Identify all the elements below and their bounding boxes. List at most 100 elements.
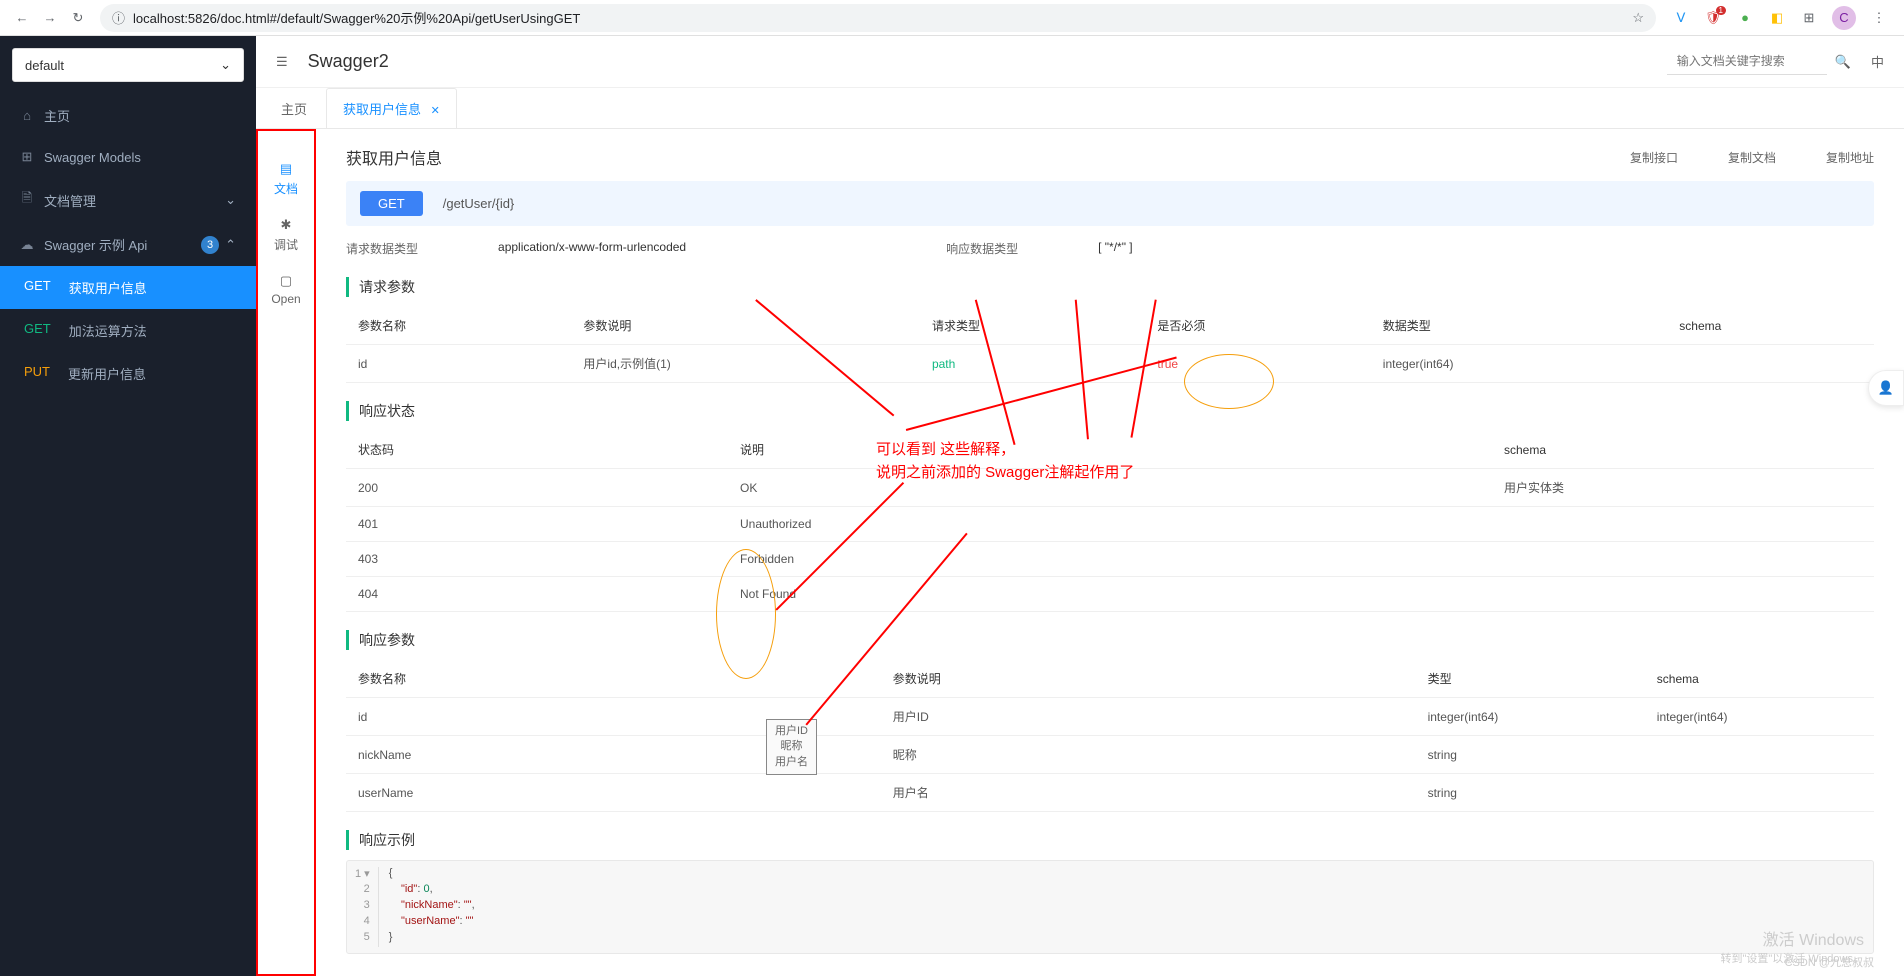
section-res-example: 响应示例 [346,830,1874,850]
action-debug[interactable]: ✱ 调试 [258,207,314,263]
action-label: 文档 [274,180,298,197]
language-icon[interactable]: 中 [1871,52,1884,71]
res-type-value: [ "*/*" ] [1098,240,1133,257]
res-params-table: 参数名称 参数说明 类型 schema id用户IDinteger(int64)… [346,660,1874,812]
reload-button[interactable]: ↻ [64,4,92,32]
open-icon: ▢ [280,273,292,289]
profile-avatar[interactable]: C [1832,6,1856,30]
method-label: GET [24,321,51,340]
url-bar[interactable]: ⓘ localhost:5826/doc.html#/default/Swagg… [100,4,1656,32]
table-row: nickName昵称string [346,736,1874,774]
section-res-params: 响应参数 [346,630,1874,650]
csdn-watermark: CSDN @九息叔叔 [1785,954,1874,970]
extensions-icon[interactable]: ⊞ [1800,9,1818,27]
ext-icon-4[interactable]: ◧ [1768,9,1786,27]
browser-toolbar: ← → ↻ ⓘ localhost:5826/doc.html#/default… [0,0,1904,36]
app-title: Swagger2 [308,51,1667,72]
section-req-params: 请求参数 [346,277,1874,297]
tab-bar: 主页 获取用户信息 ✕ [256,88,1904,129]
table-row: id用户IDinteger(int64)integer(int64) [346,698,1874,736]
count-badge: 3 [201,236,219,254]
req-params-table: 参数名称 参数说明 请求类型 是否必须 数据类型 schema id 用户id,… [346,307,1874,383]
section-res-status: 响应状态 [346,401,1874,421]
action-open[interactable]: ▢ Open [258,263,314,316]
back-button[interactable]: ← [8,4,36,32]
endpoint-path: /getUser/{id} [443,196,515,211]
copy-url-button[interactable]: 复制地址 [1826,149,1874,166]
api-label: 加法运算方法 [69,321,147,340]
nav-label: 主页 [44,106,70,125]
nav-doc-mgmt[interactable]: 🗎 文档管理 ⌄ [0,177,256,223]
tab-getuser[interactable]: 获取用户信息 ✕ [326,88,457,128]
doc-actions: 复制接口 复制文档 复制地址 [1630,149,1874,166]
req-type-value: application/x-www-form-urlencoded [498,240,686,257]
method-badge: GET [360,191,423,216]
nav-home[interactable]: ⌂ 主页 [0,94,256,137]
action-doc[interactable]: ▤ 文档 [258,151,314,207]
url-text: localhost:5826/doc.html#/default/Swagger… [133,8,1632,27]
search-icon[interactable]: 🔍 [1835,54,1851,70]
action-label: Open [271,292,300,306]
tab-label: 主页 [281,102,307,117]
nav-models[interactable]: ⊞ Swagger Models [0,137,256,177]
annotation-text: 可以看到 这些解释， 说明之前添加的 Swagger注解起作用了 [876,439,1134,484]
home-icon: ⌂ [20,108,34,123]
ext-icon-3[interactable]: ● [1736,9,1754,27]
table-row: 403Forbidden [346,542,1874,577]
method-label: GET [24,278,51,297]
close-icon[interactable]: ✕ [431,105,440,117]
ext-icon-2[interactable]: 🛡1 [1704,9,1722,27]
nav-api-add[interactable]: GET 加法运算方法 [0,309,256,352]
collapse-sidebar-icon[interactable]: ☰ [276,54,288,70]
forward-button[interactable]: → [36,4,64,32]
extension-icons: Ⅴ 🛡1 ● ◧ ⊞ C ⋮ [1664,6,1896,30]
nav-label: Swagger 示例 Api [44,235,147,254]
group-select-value: default [25,58,64,73]
tab-home[interactable]: 主页 [264,88,324,128]
table-header: 参数名称 参数说明 类型 schema [346,660,1874,698]
menu-icon[interactable]: ⋮ [1870,9,1888,27]
table-row: id 用户id,示例值(1) path true integer(int64) [346,345,1874,383]
tab-label: 获取用户信息 [343,102,421,117]
res-type-label: 响应数据类型 [946,240,1018,257]
table-row: 401Unauthorized [346,507,1874,542]
info-icon: ⓘ [112,8,125,27]
sidebar-group-select[interactable]: default ⌄ [12,48,244,82]
code-example: 1 ▾2345 { "id": 0, "nickName": "", "user… [346,860,1874,954]
annotation-tooltip: 用户ID昵称用户名 [766,719,817,775]
search-input[interactable] [1667,48,1827,75]
table-row: userName用户名string [346,774,1874,812]
meta-row: 请求数据类型 application/x-www-form-urlencoded… [346,240,1874,257]
nav-api-getuser[interactable]: GET 获取用户信息 [0,266,256,309]
copy-api-button[interactable]: 复制接口 [1630,149,1678,166]
nav-label: 文档管理 [44,191,96,210]
debug-icon: ✱ [281,217,292,233]
main-area: ☰ Swagger2 🔍 中 主页 获取用户信息 ✕ ▤ 文档 [256,36,1904,976]
api-label: 获取用户信息 [69,278,147,297]
sidebar: default ⌄ ⌂ 主页 ⊞ Swagger Models 🗎 文档管理 ⌄… [0,36,256,976]
ext-icon-1[interactable]: Ⅴ [1672,9,1690,27]
doc-icon: 🗎 [20,189,34,211]
chevron-down-icon: ⌄ [225,192,236,208]
models-icon: ⊞ [20,149,34,165]
float-help-button[interactable]: 👤 [1868,370,1904,406]
line-numbers: 1 ▾2345 [347,867,379,947]
code-lines: { "id": 0, "nickName": "", "userName": "… [379,867,485,947]
table-header: 参数名称 参数说明 请求类型 是否必须 数据类型 schema [346,307,1874,345]
topbar: ☰ Swagger2 🔍 中 [256,36,1904,88]
nav-api-group[interactable]: ☁ Swagger 示例 Api 3 ⌃ [0,223,256,266]
nav-api-update[interactable]: PUT 更新用户信息 [0,352,256,395]
req-type-label: 请求数据类型 [346,240,418,257]
action-label: 调试 [274,236,298,253]
endpoint-row: GET /getUser/{id} [346,181,1874,226]
nav-label: Swagger Models [44,150,141,165]
api-label: 更新用户信息 [68,364,146,383]
doc-title: 获取用户信息 [346,145,442,169]
method-label: PUT [24,364,50,383]
side-action-panel: ▤ 文档 ✱ 调试 ▢ Open [256,129,316,976]
star-icon[interactable]: ☆ [1632,10,1644,26]
copy-doc-button[interactable]: 复制文档 [1728,149,1776,166]
chevron-down-icon: ⌄ [220,57,231,73]
cloud-icon: ☁ [20,237,34,253]
doc-content: 获取用户信息 复制接口 复制文档 复制地址 GET /getUser/{id} … [316,129,1904,976]
